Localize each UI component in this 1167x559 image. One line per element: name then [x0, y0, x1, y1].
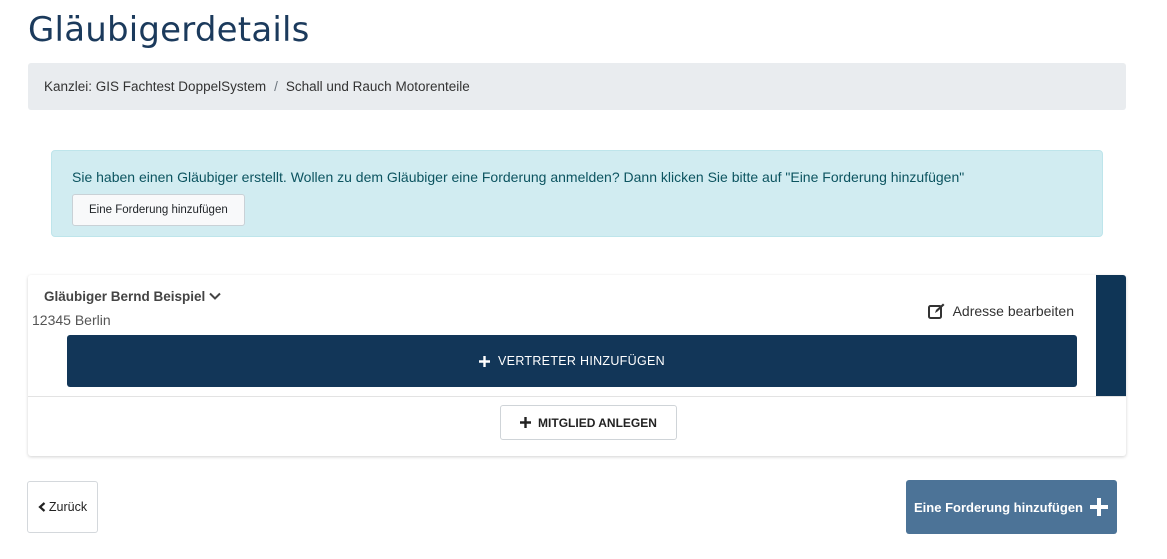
- info-alert: Sie haben einen Gläubiger erstellt. Woll…: [51, 150, 1103, 237]
- creditor-name-toggle[interactable]: Gläubiger Bernd Beispiel: [44, 289, 222, 304]
- creditor-header: Gläubiger Bernd Beispiel 12345 Berlin Ad…: [28, 275, 1096, 396]
- alert-add-claim-button[interactable]: Eine Forderung hinzufügen: [72, 194, 245, 226]
- edit-address-label: Adresse bearbeiten: [952, 303, 1074, 319]
- breadcrumb: Kanzlei: GIS Fachtest DoppelSystem / Sch…: [28, 63, 1126, 110]
- breadcrumb-item-current: Schall und Rauch Motorenteile: [285, 79, 470, 94]
- plus-icon: [520, 417, 532, 428]
- add-claim-button[interactable]: Eine Forderung hinzufügen: [906, 480, 1117, 534]
- plus-icon: [1089, 497, 1109, 517]
- add-representative-label: VERTRETER HINZUFÜGEN: [498, 354, 665, 368]
- add-claim-label: Eine Forderung hinzufügen: [914, 499, 1083, 515]
- chevron-left-icon: [38, 502, 46, 512]
- page-title: Gläubigerdetails: [28, 10, 310, 50]
- card-side-accent: [1096, 275, 1126, 396]
- add-member-button[interactable]: MITGLIED ANLEGEN: [500, 405, 677, 440]
- breadcrumb-item-kanzlei[interactable]: Kanzlei: GIS Fachtest DoppelSystem: [44, 79, 266, 94]
- add-representative-button[interactable]: VERTRETER HINZUFÜGEN: [67, 335, 1077, 387]
- alert-message: Sie haben einen Gläubiger erstellt. Woll…: [72, 169, 965, 185]
- creditor-name: Gläubiger Bernd Beispiel: [44, 289, 206, 304]
- back-button[interactable]: Zurück: [27, 481, 98, 533]
- add-member-label: MITGLIED ANLEGEN: [538, 415, 657, 430]
- creditor-card: Gläubiger Bernd Beispiel 12345 Berlin Ad…: [28, 275, 1126, 456]
- breadcrumb-separator: /: [274, 79, 278, 94]
- card-divider: [28, 396, 1126, 397]
- plus-icon: [479, 355, 491, 367]
- edit-address-link[interactable]: Adresse bearbeiten: [927, 303, 1074, 319]
- edit-icon: [927, 303, 945, 319]
- chevron-down-icon: [209, 292, 222, 301]
- back-label: Zurück: [48, 500, 88, 514]
- creditor-city: 12345 Berlin: [32, 312, 111, 328]
